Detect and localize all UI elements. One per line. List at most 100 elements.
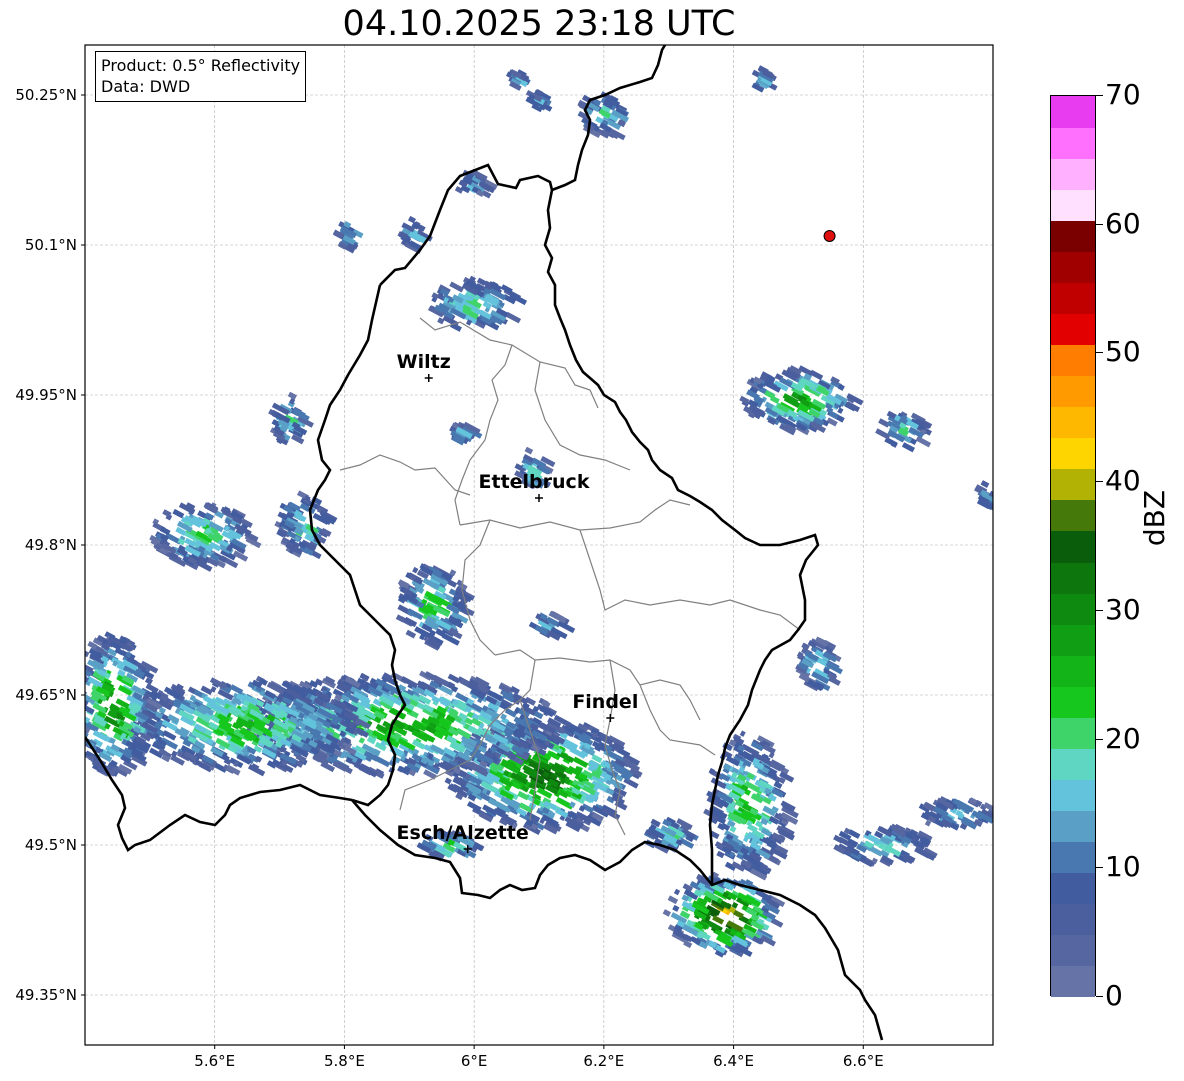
colorbar-tick — [1096, 996, 1103, 997]
echo-cell — [672, 904, 680, 912]
colorbar-segment — [1051, 282, 1095, 314]
colorbar-segment — [1051, 562, 1095, 594]
colorbar-tick — [1096, 481, 1103, 483]
colorbar-tick — [1096, 95, 1103, 96]
echo-cell — [809, 369, 824, 381]
canton-boundary — [534, 361, 631, 471]
x-tick-label: 6.2°E — [583, 1052, 624, 1070]
colorbar-tick-label: 0 — [1105, 979, 1123, 1012]
product-info-box: Product: 0.5° Reflectivity Data: DWD — [95, 51, 307, 102]
colorbar-segment — [1051, 437, 1095, 470]
radar-map[interactable]: 5.6°E 5.8°E 6°E 6.2°E 6.4°E 6.6°E 50.25°N 50.1°… — [0, 0, 1184, 1081]
echo-cell — [72, 726, 85, 736]
echo-cell — [412, 566, 419, 574]
colorbar-segment — [1051, 934, 1095, 967]
colorbar-tick-label: 70 — [1105, 78, 1141, 111]
colorbar-segment — [1051, 189, 1095, 221]
colorbar-tick-label: 20 — [1105, 721, 1141, 755]
colorbar-segment — [1051, 313, 1095, 346]
colorbar-title: dBZ — [1138, 489, 1171, 547]
colorbar-segment — [1051, 158, 1095, 190]
colorbar-segment — [1051, 624, 1095, 656]
y-tick-label: 50.25°N — [15, 86, 77, 104]
data-source-label: Data: DWD — [101, 77, 191, 96]
colorbar-segment — [1051, 96, 1095, 128]
colorbar-segment — [1051, 251, 1095, 283]
echo-cell — [444, 777, 452, 785]
colorbar — [1050, 95, 1096, 998]
y-tick-label: 49.8°N — [25, 536, 77, 554]
echo-cell — [572, 756, 589, 768]
canton-boundary — [639, 684, 716, 756]
colorbar-tick — [1096, 609, 1103, 611]
radar-site-marker — [823, 230, 836, 242]
colorbar-segment — [1051, 406, 1095, 439]
canton-boundary — [511, 344, 599, 409]
colorbar-segment — [1051, 717, 1095, 749]
city-label: Esch/Alzette — [397, 822, 529, 844]
colorbar-segment — [1051, 903, 1095, 936]
colorbar-tick — [1096, 223, 1103, 225]
colorbar-tick — [1096, 352, 1103, 354]
x-tick-label: 5.8°E — [324, 1052, 365, 1070]
y-tick-label: 49.5°N — [25, 836, 77, 854]
echo-cell — [662, 909, 672, 917]
city-label: Ettelbruck — [479, 471, 590, 493]
colorbar-segment — [1051, 593, 1095, 625]
echo-cell — [915, 436, 932, 448]
echo-cell — [71, 712, 81, 721]
echo-cell — [85, 674, 86, 685]
colorbar-tick-label: 50 — [1105, 335, 1141, 369]
colorbar-tick — [1096, 867, 1103, 869]
echo-cell — [75, 717, 83, 724]
y-tick-label: 50.1°N — [25, 236, 77, 254]
echo-cell — [667, 895, 679, 905]
colorbar-segment — [1051, 655, 1095, 687]
echo-cell — [837, 407, 844, 414]
colorbar-segment — [1051, 686, 1095, 718]
colorbar-segment — [1051, 344, 1095, 377]
colorbar-segment — [1051, 468, 1095, 501]
x-tick-label: 6.6°E — [843, 1052, 884, 1070]
colorbar-tick-label: 40 — [1105, 464, 1141, 498]
y-tick-label: 49.35°N — [15, 986, 77, 1004]
echo-cell — [739, 730, 746, 737]
colorbar-tick-label: 60 — [1105, 206, 1141, 240]
colorbar-tick — [1096, 738, 1103, 740]
echo-cell — [524, 446, 534, 455]
colorbar-segment — [1051, 375, 1095, 408]
colorbar-tick-label: 30 — [1105, 592, 1141, 626]
colorbar-tick-label: 10 — [1105, 850, 1141, 884]
echo-cell — [729, 825, 737, 833]
echo-cell — [172, 508, 185, 519]
echo-cell — [405, 629, 417, 639]
y-tick-label: 49.95°N — [15, 386, 77, 404]
canton-boundary — [339, 454, 471, 496]
canton-boundary — [459, 499, 691, 531]
city-label: Findel — [572, 691, 638, 713]
colorbar-segment — [1051, 748, 1095, 780]
colorbar-segment — [1051, 530, 1095, 563]
colorbar-segment — [1051, 220, 1095, 252]
echo-cell — [449, 281, 464, 293]
x-tick-label: 6.4°E — [713, 1052, 754, 1070]
echo-cell — [517, 790, 530, 801]
product-label: Product: 0.5° Reflectivity — [101, 56, 301, 75]
x-tick-label: 5.6°E — [194, 1052, 235, 1070]
colorbar-segment — [1051, 872, 1095, 905]
city-label: Wiltz — [397, 351, 451, 373]
colorbar-segment — [1051, 499, 1095, 532]
echo-cell — [358, 737, 366, 744]
x-tick-label: 6°E — [461, 1052, 488, 1070]
radar-site — [823, 230, 836, 242]
echo-cell — [716, 850, 725, 859]
y-tick-label: 49.65°N — [15, 686, 77, 704]
colorbar-segment — [1051, 779, 1095, 812]
colorbar-segment — [1051, 841, 1095, 874]
echo-cell — [85, 650, 90, 658]
echo-cell — [673, 888, 681, 896]
colorbar-segment — [1051, 810, 1095, 843]
echo-cell — [229, 684, 244, 695]
colorbar-segment — [1051, 965, 1095, 998]
colorbar-segment — [1051, 127, 1095, 159]
